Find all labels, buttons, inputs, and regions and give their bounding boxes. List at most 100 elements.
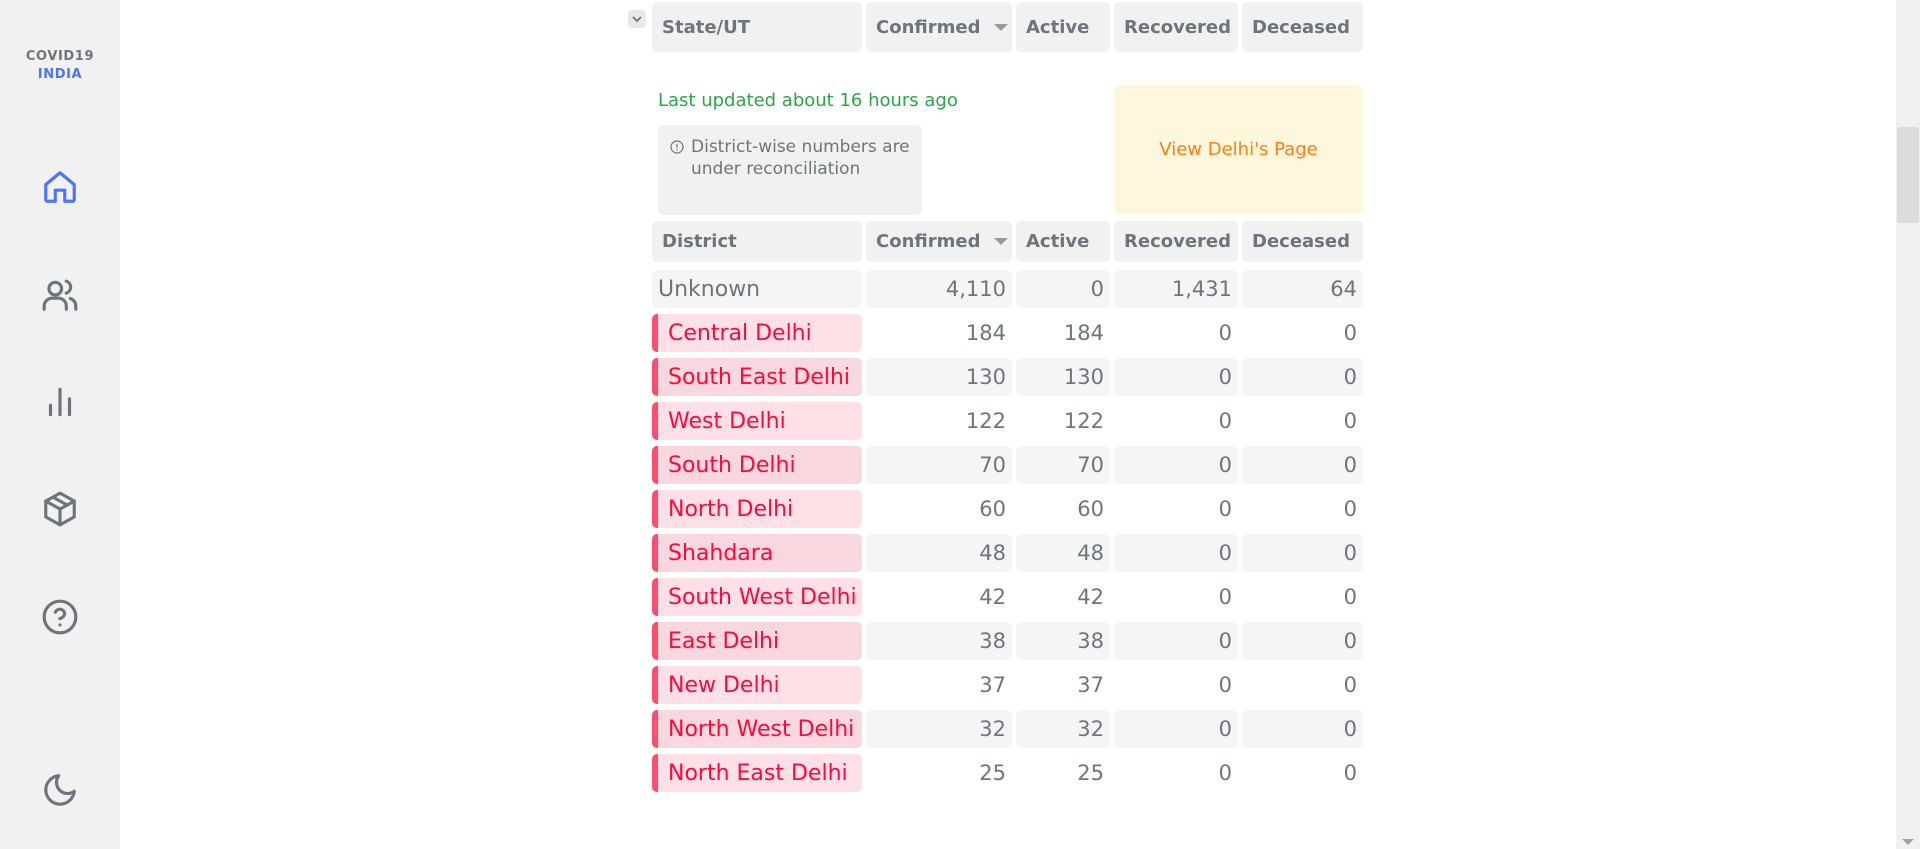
confirmed-value: 122 bbox=[965, 409, 1006, 433]
moon-icon bbox=[44, 774, 76, 806]
recovered-value: 0 bbox=[1218, 497, 1232, 521]
view-state-page-button[interactable]: View Delhi's Page bbox=[1114, 85, 1363, 214]
deceased-value: 0 bbox=[1242, 622, 1363, 660]
sort-desc-icon bbox=[994, 23, 1009, 31]
deceased-value: 0 bbox=[1343, 673, 1357, 697]
reconciliation-notice: District-wise numbers are under reconcil… bbox=[658, 125, 922, 215]
confirmed-value: 37 bbox=[979, 673, 1006, 697]
collapse-toggle[interactable] bbox=[628, 10, 646, 28]
district-name-link[interactable]: North Delhi bbox=[652, 490, 862, 528]
state-column-label: State/UT bbox=[662, 16, 750, 38]
active-value: 70 bbox=[1016, 446, 1110, 484]
deceased-value: 64 bbox=[1242, 270, 1363, 308]
recovered-value: 0 bbox=[1114, 534, 1238, 572]
deceased-value: 0 bbox=[1343, 409, 1357, 433]
district-column-label: District bbox=[662, 231, 737, 252]
district-name-link[interactable]: Shahdara bbox=[652, 534, 862, 572]
district-name-link[interactable]: Central Delhi bbox=[652, 314, 862, 352]
active-value: 122 bbox=[1063, 409, 1104, 433]
district-active-column-header[interactable]: Active bbox=[1016, 221, 1110, 262]
district-active-label: Active bbox=[1026, 231, 1090, 252]
recovered-value: 0 bbox=[1218, 761, 1232, 785]
scrollbar-thumb[interactable] bbox=[1897, 127, 1919, 223]
nav-about[interactable] bbox=[38, 273, 82, 317]
users-icon bbox=[42, 279, 78, 311]
confirmed-value: 32 bbox=[866, 710, 1012, 748]
confirmed-value: 70 bbox=[866, 446, 1012, 484]
state-column-header[interactable]: State/UT bbox=[652, 2, 862, 52]
district-confirmed-column-header[interactable]: Confirmed bbox=[866, 221, 1012, 262]
bar-chart-icon bbox=[48, 387, 72, 417]
deceased-value: 0 bbox=[1343, 321, 1357, 345]
active-value: 37 bbox=[1077, 673, 1104, 697]
active-value: 184 bbox=[1063, 321, 1104, 345]
deceased-column-header[interactable]: Deceased bbox=[1242, 2, 1363, 52]
district-recovered-label: Recovered bbox=[1124, 231, 1232, 252]
recovered-value: 0 bbox=[1218, 673, 1232, 697]
active-value: 48 bbox=[1016, 534, 1110, 572]
recovered-value: 0 bbox=[1218, 409, 1232, 433]
confirmed-value: 184 bbox=[965, 321, 1006, 345]
active-value: 130 bbox=[1016, 358, 1110, 396]
active-value: 25 bbox=[1077, 761, 1104, 785]
nav-faq[interactable] bbox=[38, 595, 82, 639]
district-name-link[interactable]: New Delhi bbox=[652, 666, 862, 704]
active-column-header[interactable]: Active bbox=[1016, 2, 1110, 52]
district-deceased-label: Deceased bbox=[1252, 231, 1350, 252]
nav-charts[interactable] bbox=[38, 380, 82, 424]
theme-toggle[interactable] bbox=[38, 768, 82, 812]
deceased-value: 0 bbox=[1343, 761, 1357, 785]
home-icon bbox=[44, 171, 76, 203]
recovered-value: 0 bbox=[1114, 622, 1238, 660]
district-name-link[interactable]: South Delhi bbox=[652, 446, 862, 484]
active-value: 32 bbox=[1016, 710, 1110, 748]
info-icon bbox=[670, 140, 684, 154]
confirmed-value: 130 bbox=[866, 358, 1012, 396]
logo-line1: COVID19 bbox=[25, 49, 95, 64]
deceased-value: 0 bbox=[1242, 534, 1363, 572]
recovered-column-label: Recovered bbox=[1124, 16, 1232, 38]
deceased-value: 0 bbox=[1242, 358, 1363, 396]
deceased-column-label: Deceased bbox=[1252, 16, 1350, 38]
box-icon bbox=[44, 491, 76, 527]
district-name-link[interactable]: North East Delhi bbox=[652, 754, 862, 792]
recovered-value: 1,431 bbox=[1114, 270, 1238, 308]
sidebar: COVID19 INDIA bbox=[0, 0, 120, 849]
active-value: 60 bbox=[1077, 497, 1104, 521]
scroll-down-arrow-icon[interactable] bbox=[1902, 839, 1914, 845]
confirmed-value: 4,110 bbox=[866, 270, 1012, 308]
confirmed-value: 42 bbox=[979, 585, 1006, 609]
confirmed-column-header[interactable]: Confirmed bbox=[866, 2, 1012, 52]
recovered-value: 0 bbox=[1218, 585, 1232, 609]
deceased-value: 0 bbox=[1343, 497, 1357, 521]
district-name-link[interactable]: North West Delhi bbox=[652, 710, 862, 748]
confirmed-value: 25 bbox=[979, 761, 1006, 785]
confirmed-value: 48 bbox=[866, 534, 1012, 572]
page-scrollbar[interactable] bbox=[1896, 0, 1920, 849]
recovered-value: 0 bbox=[1218, 321, 1232, 345]
deceased-value: 0 bbox=[1343, 585, 1357, 609]
logo[interactable]: COVID19 INDIA bbox=[0, 48, 120, 84]
notice-text: District-wise numbers are under reconcil… bbox=[691, 137, 910, 179]
recovered-value: 0 bbox=[1114, 710, 1238, 748]
district-name-link[interactable]: South East Delhi bbox=[652, 358, 862, 396]
last-updated-text: Last updated about 16 hours ago bbox=[658, 90, 958, 111]
recovered-column-header[interactable]: Recovered bbox=[1114, 2, 1238, 52]
active-value: 38 bbox=[1016, 622, 1110, 660]
district-column-header[interactable]: District bbox=[652, 221, 862, 262]
district-name-link[interactable]: West Delhi bbox=[652, 402, 862, 440]
nav-resources[interactable] bbox=[38, 487, 82, 531]
active-column-label: Active bbox=[1026, 16, 1090, 38]
district-recovered-column-header[interactable]: Recovered bbox=[1114, 221, 1238, 262]
district-name-link[interactable]: South West Delhi bbox=[652, 578, 862, 616]
recovered-value: 0 bbox=[1114, 446, 1238, 484]
active-value: 42 bbox=[1077, 585, 1104, 609]
confirmed-value: 60 bbox=[979, 497, 1006, 521]
district-confirmed-label: Confirmed bbox=[876, 231, 981, 252]
chevron-down-icon bbox=[632, 16, 642, 23]
district-deceased-column-header[interactable]: Deceased bbox=[1242, 221, 1363, 262]
district-name-link[interactable]: East Delhi bbox=[652, 622, 862, 660]
help-icon bbox=[42, 599, 78, 635]
deceased-value: 0 bbox=[1242, 710, 1363, 748]
nav-home[interactable] bbox=[38, 165, 82, 209]
